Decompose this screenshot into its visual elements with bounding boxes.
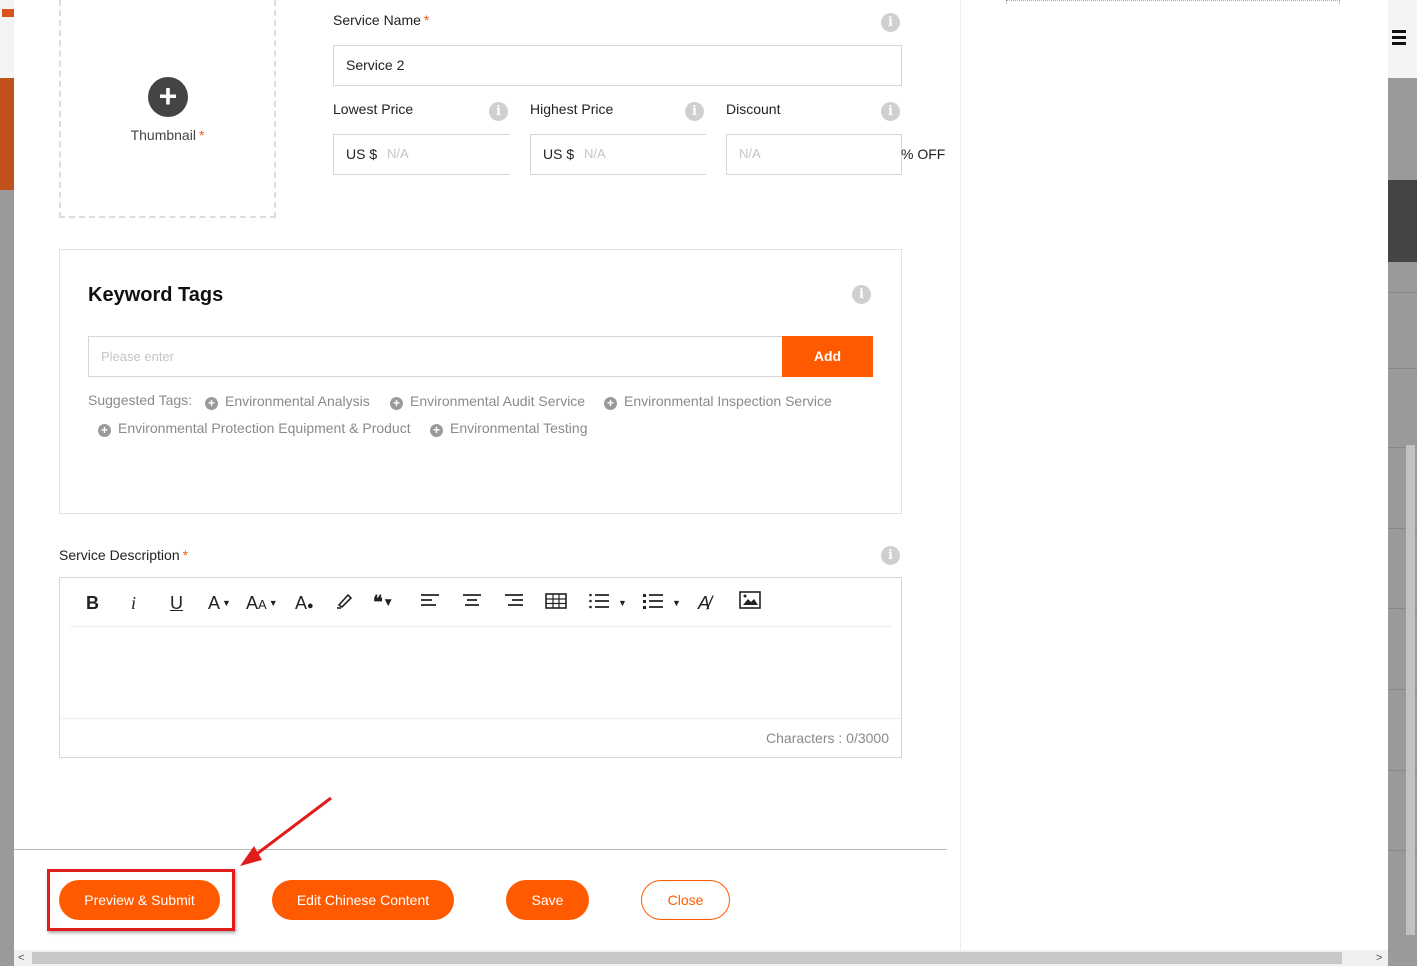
edit-chinese-content-button[interactable]: Edit Chinese Content <box>272 880 454 920</box>
background-logo-flag <box>2 9 14 17</box>
close-button[interactable]: Close <box>641 880 730 920</box>
font-color-icon[interactable]: A ▼ <box>208 591 231 615</box>
highest-price-label: Highest Price <box>530 101 614 117</box>
add-tag-icon: + <box>430 424 443 437</box>
suggested-tag[interactable]: + Environmental Inspection Service <box>604 393 832 410</box>
highlighter-icon[interactable] <box>336 591 354 615</box>
thumbnail-label: Thumbnail * <box>130 127 205 143</box>
underline-icon[interactable]: U <box>170 591 183 615</box>
service-name-info-icon[interactable]: i <box>881 13 900 32</box>
service-name-label: Service Name * <box>333 12 430 28</box>
lowest-price-label: Lowest Price <box>333 101 414 117</box>
thumbnail-upload[interactable]: + Thumbnail * <box>59 0 276 218</box>
clear-format-icon[interactable]: A̸ <box>698 591 710 615</box>
annotation-highlight-box <box>47 869 235 931</box>
service-name-input[interactable]: Service 2 <box>333 45 902 86</box>
font-size-icon[interactable]: AA ▼ <box>246 591 278 615</box>
scroll-right-icon[interactable]: > <box>1376 950 1382 966</box>
discount-suffix: % OFF <box>901 146 946 162</box>
bold-icon[interactable]: B <box>86 591 99 615</box>
keyword-tags-title: Keyword Tags <box>88 284 224 306</box>
add-thumbnail-icon[interactable]: + <box>148 77 188 117</box>
menu-icon <box>1392 30 1406 33</box>
save-button[interactable]: Save <box>506 880 589 920</box>
keyword-input[interactable]: Please enter <box>88 336 783 377</box>
add-tag-button[interactable]: Add <box>782 336 873 377</box>
preview-placeholder <box>1006 0 1340 4</box>
ordered-list-icon[interactable]: ▼ <box>588 591 627 615</box>
background-page-right <box>1388 0 1417 966</box>
background-page-left <box>0 0 14 966</box>
background-banner <box>0 78 14 190</box>
description-info-icon[interactable]: i <box>881 546 900 565</box>
suggested-tags-label: Suggested Tags: <box>88 392 193 408</box>
add-tag-icon: + <box>604 397 617 410</box>
suggested-tag[interactable]: + Environmental Testing <box>430 420 587 437</box>
lowest-price-input[interactable]: US $ N/A <box>333 134 510 175</box>
horizontal-scrollbar[interactable]: < > <box>14 950 1388 966</box>
quote-icon[interactable]: ❝ ▼ <box>373 591 392 615</box>
highest-price-input[interactable]: US $ N/A <box>530 134 706 175</box>
vertical-scrollbar[interactable] <box>1406 445 1415 935</box>
image-icon[interactable] <box>739 591 761 615</box>
background-dark-block <box>1388 180 1417 262</box>
lowest-price-info-icon[interactable]: i <box>489 102 508 121</box>
italic-icon[interactable]: i <box>131 591 136 615</box>
add-tag-icon: + <box>205 397 218 410</box>
table-icon[interactable] <box>545 591 567 615</box>
keyword-tags-info-icon[interactable]: i <box>852 285 871 304</box>
discount-info-icon[interactable]: i <box>881 102 900 121</box>
suggested-tag[interactable]: + Environmental Protection Equipment & Pr… <box>98 420 411 437</box>
discount-input[interactable]: N/A <box>726 134 902 175</box>
service-edit-modal: + Thumbnail * Service Name * i Service 2 L… <box>14 0 1388 950</box>
character-count: Characters : 0/3000 <box>766 730 889 746</box>
editor-toolbar: B i U A ▼ AA ▼ A● ❝ ▼ ▼ ▼ A̸ <box>70 578 892 627</box>
add-tag-icon: + <box>98 424 111 437</box>
align-center-icon[interactable] <box>462 591 482 615</box>
align-left-icon[interactable] <box>420 591 440 615</box>
suggested-tag[interactable]: + Environmental Audit Service <box>390 393 585 410</box>
description-editor[interactable]: B i U A ▼ AA ▼ A● ❝ ▼ ▼ ▼ A̸ Characters … <box>59 577 902 758</box>
bullet-list-icon[interactable]: ▼ <box>642 591 681 615</box>
align-right-icon[interactable] <box>504 591 524 615</box>
discount-label: Discount <box>726 101 781 117</box>
footer-divider <box>14 849 947 850</box>
scroll-left-icon[interactable]: < <box>18 950 24 966</box>
fill-color-icon[interactable]: A● <box>295 591 314 615</box>
keyword-tags-card: Keyword Tags i Please enter Add Suggeste… <box>59 249 902 514</box>
suggested-tag[interactable]: + Environmental Analysis <box>205 393 370 410</box>
background-header-right <box>1388 0 1417 78</box>
service-description-label: Service Description * <box>59 547 189 563</box>
preview-panel <box>960 0 1388 950</box>
add-tag-icon: + <box>390 397 403 410</box>
highest-price-info-icon[interactable]: i <box>685 102 704 121</box>
horizontal-scroll-thumb[interactable] <box>32 952 1342 964</box>
